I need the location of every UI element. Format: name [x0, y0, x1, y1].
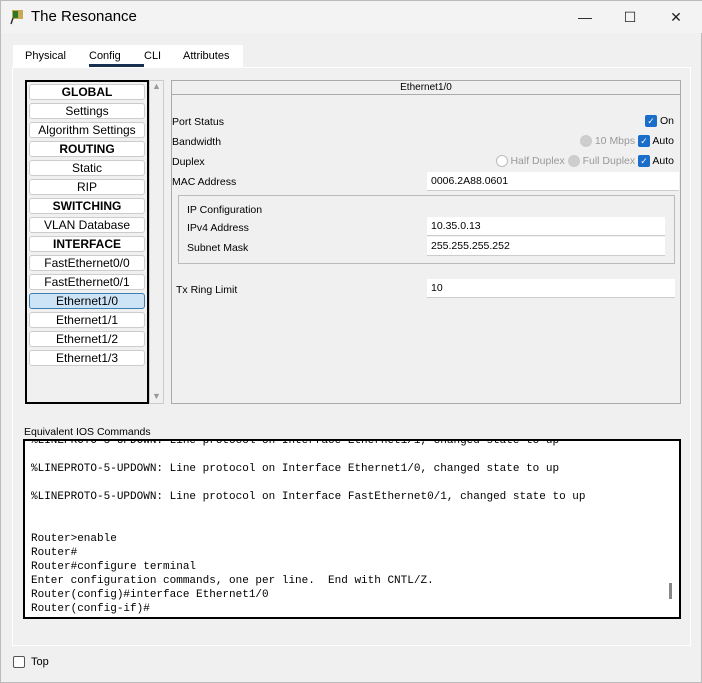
sidebar-section-header: INTERFACE	[29, 236, 145, 252]
minimize-button[interactable]: —	[565, 5, 605, 29]
console-line: Router(config-if)#	[31, 603, 150, 615]
window-title: The Resonance	[31, 8, 137, 25]
mac-label: MAC Address	[172, 176, 237, 188]
sidebar-item[interactable]: Ethernet1/2	[29, 331, 145, 347]
sidebar-item[interactable]: Ethernet1/1	[29, 312, 145, 328]
bandwidth-label: Bandwidth	[172, 136, 222, 148]
half-duplex-radio[interactable]	[495, 155, 508, 168]
port-status-label: Port Status	[172, 116, 224, 128]
title-bar: The Resonance — ☐ ✕	[1, 1, 702, 33]
tx-ring-limit-label: Tx Ring Limit	[176, 284, 238, 296]
scroll-down-icon[interactable]: ▼	[150, 391, 163, 401]
duplex-auto-checkbox[interactable]: ✓	[638, 155, 651, 168]
console-line: Router(config)#interface Ethernet1/0	[31, 589, 269, 601]
sidebar-item[interactable]: RIP	[29, 179, 145, 195]
tab-bar: Physical Config CLI Attributes	[13, 45, 243, 67]
ip-configuration-group: IP Configuration IPv4 Address 10.35.0.13…	[178, 195, 675, 264]
console-line: %LINEPROTO-5-UPDOWN: Line protocol on In…	[31, 463, 560, 475]
port-status-on-label: On	[659, 115, 674, 127]
sidebar-section-header: SWITCHING	[29, 198, 145, 214]
console-line: Router#configure terminal	[31, 561, 197, 573]
port-status-checkbox[interactable]: ✓	[645, 115, 658, 128]
ipv4-address-input[interactable]: 10.35.0.13	[427, 217, 665, 236]
interface-settings: Ethernet1/0 Port Status ✓ On Bandwidth 1…	[171, 80, 681, 404]
mac-address-input[interactable]: 0006.2A88.0601	[427, 172, 679, 191]
sidebar-item[interactable]: VLAN Database	[29, 217, 145, 233]
sidebar-section-header: ROUTING	[29, 141, 145, 157]
half-duplex-label: Half Duplex	[510, 155, 565, 167]
console-line: Router#	[31, 547, 78, 559]
console-line: Enter configuration commands, one per li…	[31, 575, 434, 587]
bandwidth-auto-label: Auto	[652, 135, 674, 147]
sidebar-item[interactable]: Ethernet1/0	[29, 293, 145, 309]
ip-config-label: IP Configuration	[187, 204, 263, 216]
duplex-auto-label: Auto	[652, 155, 674, 167]
console-line: Router>enable	[31, 533, 117, 545]
close-button[interactable]: ✕	[656, 5, 696, 29]
console-label: Equivalent IOS Commands	[24, 426, 151, 438]
ipv4-label: IPv4 Address	[187, 222, 249, 234]
scroll-up-icon[interactable]: ▲	[150, 81, 163, 91]
tab-config[interactable]: Config	[89, 50, 121, 62]
tab-cli[interactable]: CLI	[144, 50, 161, 62]
subnet-mask-input[interactable]: 255.255.255.252	[427, 237, 665, 256]
console-line: %LINEPROTO-5-UPDOWN: Line protocol on In…	[31, 439, 560, 447]
full-duplex-label: Full Duplex	[582, 155, 636, 167]
tab-physical[interactable]: Physical	[25, 50, 66, 62]
top-label: Top	[31, 656, 49, 668]
sidebar-item[interactable]: Ethernet1/3	[29, 350, 145, 366]
console-scrollbar[interactable]	[669, 583, 672, 599]
maximize-button[interactable]: ☐	[610, 5, 650, 29]
console-line: %LINEPROTO-5-UPDOWN: Line protocol on In…	[31, 491, 586, 503]
subnet-mask-label: Subnet Mask	[187, 242, 249, 254]
tab-attributes[interactable]: Attributes	[183, 50, 229, 62]
tx-ring-limit-input[interactable]: 10	[427, 279, 675, 298]
sidebar-item[interactable]: Static	[29, 160, 145, 176]
ios-console[interactable]: %LINEPROTO-5-UPDOWN: Line protocol on In…	[23, 439, 681, 619]
sidebar-item[interactable]: FastEthernet0/0	[29, 255, 145, 271]
router-app-icon	[10, 10, 23, 25]
sidebar-scrollbar[interactable]: ▲ ▼	[149, 80, 164, 404]
sidebar-item[interactable]: Algorithm Settings	[29, 122, 145, 138]
sidebar-section-header: GLOBAL	[29, 84, 145, 100]
top-checkbox[interactable]	[13, 656, 25, 668]
bandwidth-auto-checkbox[interactable]: ✓	[638, 135, 651, 148]
bandwidth-10mbps-radio[interactable]	[579, 135, 592, 148]
duplex-label: Duplex	[172, 156, 205, 168]
sidebar-item[interactable]: FastEthernet0/1	[29, 274, 145, 290]
interface-title: Ethernet1/0	[172, 81, 680, 95]
bandwidth-10mbps-label: 10 Mbps	[594, 135, 636, 147]
sidebar-item[interactable]: Settings	[29, 103, 145, 119]
sidebar-list: GLOBAL Settings Algorithm Settings ROUTING S…	[25, 80, 149, 404]
full-duplex-radio[interactable]	[567, 155, 580, 168]
